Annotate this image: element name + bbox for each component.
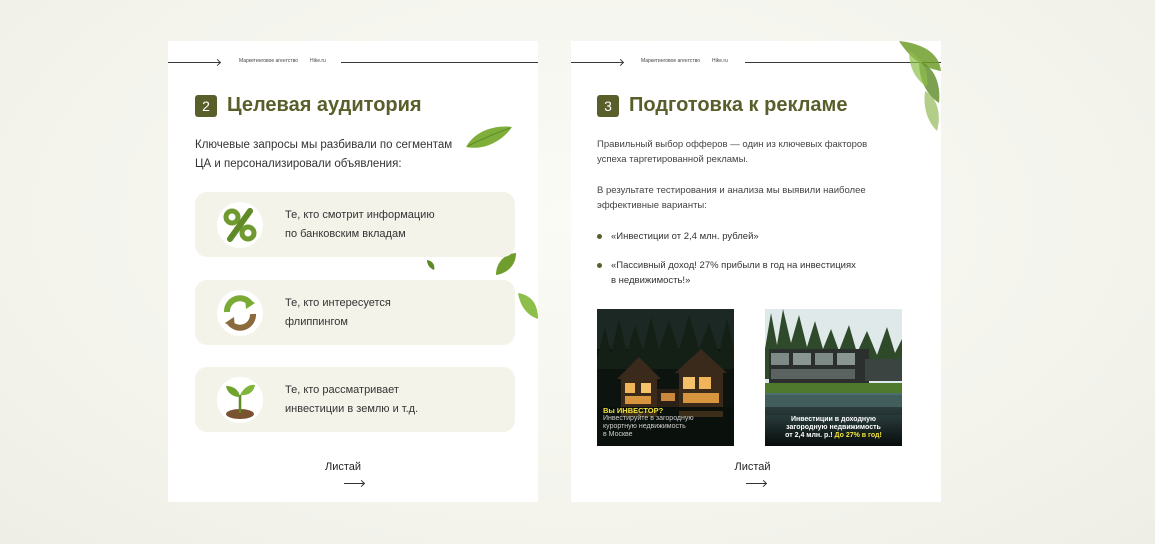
agency-label: Маркетинговое агентство [641, 58, 700, 64]
arrow-right-icon[interactable] [344, 483, 364, 484]
list-item-line: «Инвестиции от 2,4 млн. рублей» [611, 231, 759, 242]
intro-line: Ключевые запросы мы разбивали по сегмент… [195, 139, 453, 151]
ad-image: Вы ИНВЕСТОР? Инвестируйте в загородную к… [597, 309, 734, 446]
slide-heading: 2 Целевая аудитория [195, 94, 422, 117]
ad-caption: Вы ИНВЕСТОР? Инвестируйте в загородную к… [603, 407, 731, 439]
slide-header: Маркетинговое агентство Hike.ru [168, 58, 538, 68]
list-item: «Пассивный доход! 27% прибыли в год на и… [597, 258, 856, 288]
bullet-dot-icon [597, 234, 602, 239]
page-title: Целевая аудитория [227, 94, 422, 116]
card-text: Те, кто смотрит информацию по банковским… [285, 206, 455, 244]
step-number-badge: 3 [597, 94, 619, 117]
percent-icon [217, 201, 263, 248]
card-line: Те, кто смотрит информацию [285, 208, 435, 221]
sprout-icon [217, 376, 263, 423]
ad-headline: Вы ИНВЕСТОР? [603, 406, 664, 415]
arrow-right-icon[interactable] [746, 483, 766, 484]
site-label: Hike.ru [310, 58, 326, 64]
paragraph-line: успеха таргетированной рекламы. [597, 154, 749, 165]
intro-line: ЦА и персонализировали объявления: [195, 158, 402, 170]
header-arrow-icon [213, 58, 222, 67]
foliage-icon [899, 41, 941, 131]
paragraph: В результате тестирования и анализа мы в… [597, 183, 866, 213]
page-title: Подготовка к рекламе [629, 94, 848, 116]
card-text: Те, кто рассматривает инвестиции в землю… [285, 381, 455, 419]
site-label: Hike.ru [712, 58, 728, 64]
ad-line: в Москве [603, 431, 633, 438]
paragraph: Правильный выбор офферов — один из ключе… [597, 137, 867, 167]
agency-label: Маркетинговое агентство [239, 58, 298, 64]
ad-price: от 2,4 млн. р.! [785, 432, 833, 439]
leaf-icon [427, 260, 435, 270]
card-text: Те, кто интересуется флиппингом [285, 294, 455, 332]
ad-line: Инвестиции в доходную [791, 416, 876, 423]
header-arrow-line [168, 62, 220, 63]
card-line: по банковским вкладам [285, 227, 406, 240]
header-arrow-line [571, 62, 623, 63]
slide-heading: 3 Подготовка к рекламе [597, 94, 847, 117]
header-line [341, 62, 538, 63]
paragraph-line: Правильный выбор офферов — один из ключе… [597, 139, 868, 150]
recycle-arrows-icon [217, 289, 263, 336]
slide-ad-preparation: Маркетинговое агентство Hike.ru 3 Подгот… [571, 41, 941, 502]
ad-caption: Инвестиции в доходную загородную недвижи… [767, 416, 900, 440]
intro-text: Ключевые запросы мы разбивали по сегмент… [195, 136, 452, 174]
leaf-icon [466, 126, 512, 148]
header-arrow-icon [616, 58, 625, 67]
ad-yield-highlight: До 27% в год! [832, 432, 882, 439]
leaf-icon [518, 293, 538, 319]
paragraph-line: В результате тестирования и анализа мы в… [597, 185, 866, 196]
swipe-label[interactable]: Листай [168, 461, 518, 473]
list-item-line: в недвижимость!» [611, 275, 691, 286]
card-line: инвестиции в землю и т.д. [285, 402, 419, 415]
list-item-line: «Пассивный доход! 27% прибыли в год на и… [611, 260, 856, 271]
card-line: Те, кто интересуется [285, 296, 391, 309]
bullet-dot-icon [597, 263, 602, 268]
card-line: флиппингом [285, 315, 348, 328]
audience-card: Те, кто рассматривает инвестиции в землю… [195, 367, 515, 432]
step-number-badge: 2 [195, 94, 217, 117]
audience-card: Те, кто смотрит информацию по банковским… [195, 192, 515, 257]
slide-header: Маркетинговое агентство Hike.ru [571, 58, 941, 68]
paragraph-line: эффективные варианты: [597, 200, 707, 211]
ad-line: от 2,4 млн. р.! До 27% в год! [767, 432, 900, 440]
ad-image: Инвестиции в доходную загородную недвижи… [765, 309, 902, 446]
card-line: Те, кто рассматривает [285, 383, 399, 396]
ad-line: загородную недвижимость [786, 424, 881, 431]
list-item: «Инвестиции от 2,4 млн. рублей» [597, 229, 759, 244]
swipe-label[interactable]: Листай [571, 461, 934, 473]
ad-line: Инвестируйте в загородную [603, 415, 694, 422]
audience-card: Те, кто интересуется флиппингом [195, 280, 515, 345]
ad-line: курортную недвижимость [603, 423, 686, 430]
slide-target-audience: Маркетинговое агентство Hike.ru 2 Целева… [168, 41, 538, 502]
